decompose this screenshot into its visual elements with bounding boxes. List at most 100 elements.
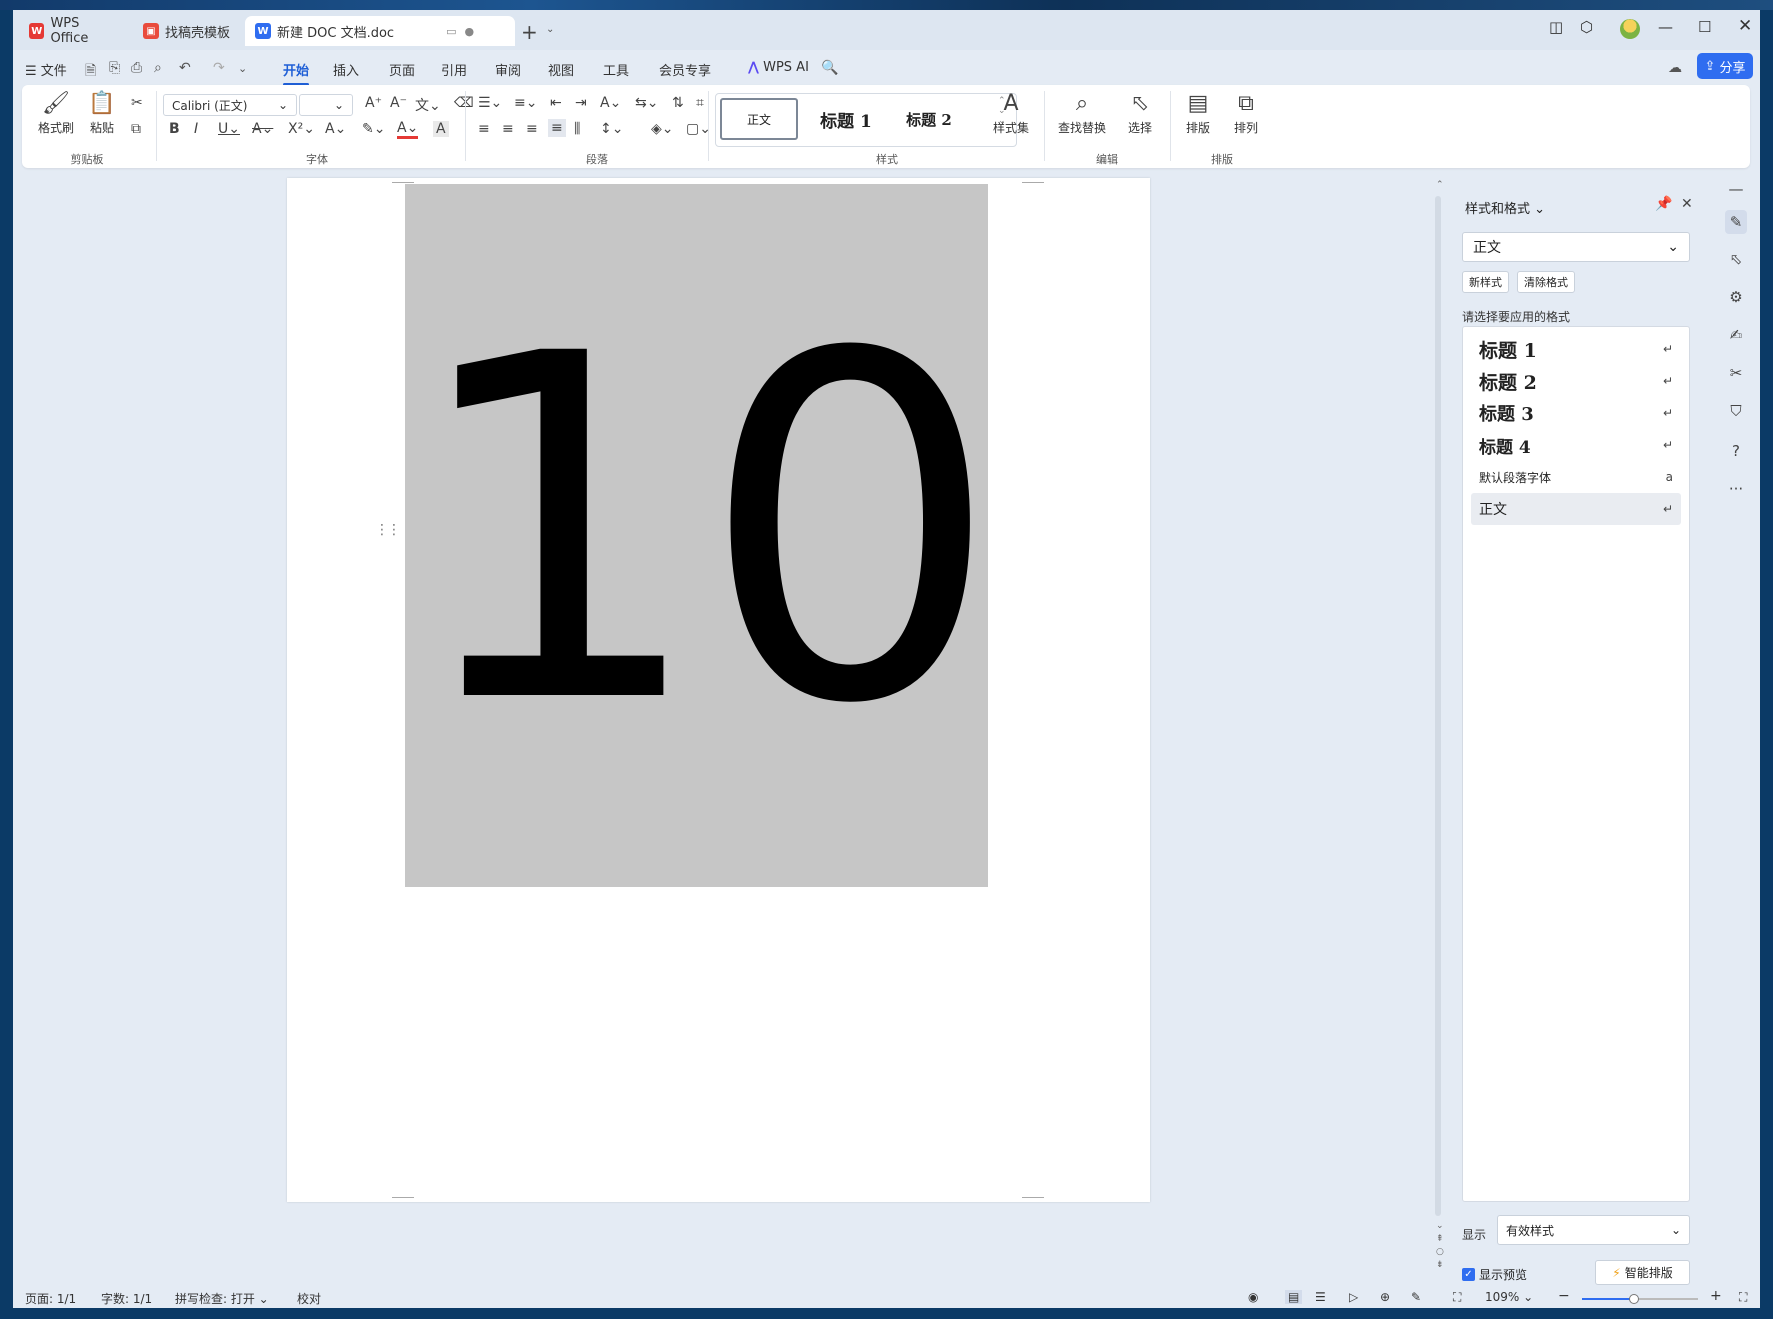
font-shrink-icon[interactable]: A⁻	[390, 95, 407, 111]
cloud-icon[interactable]: ☁	[1668, 60, 1682, 76]
cut-icon[interactable]: ✂	[131, 95, 143, 111]
numbering-icon[interactable]: ≡⌄	[514, 95, 537, 111]
sort-icon[interactable]: ⇅	[672, 95, 684, 111]
arrange-text-button[interactable]: ▤ 排版	[1176, 91, 1220, 136]
line-break-icon[interactable]: ⇆⌄	[635, 95, 658, 111]
web-view-icon[interactable]: ⊕	[1380, 1290, 1390, 1304]
more-icon[interactable]: ···	[1725, 480, 1747, 498]
chevron-down-icon[interactable]: ⌄	[546, 24, 554, 35]
export-icon[interactable]: ⎘	[109, 60, 120, 76]
align-left-icon[interactable]: ≡	[478, 121, 490, 137]
smart-layout-button[interactable]: ⚡ 智能排版	[1595, 1260, 1690, 1285]
font-grow-icon[interactable]: A⁺	[365, 95, 382, 111]
style-item-heading-4[interactable]: 标题 4 ↵	[1471, 429, 1681, 461]
justify-icon[interactable]: ≡	[548, 119, 566, 137]
proofread-button[interactable]: 校对	[297, 1290, 321, 1307]
cube-icon[interactable]: ⬡	[1580, 18, 1593, 36]
style-item-heading-2[interactable]: 标题 2 ↵	[1471, 365, 1681, 397]
document-page[interactable]: ⋮⋮ 10	[287, 178, 1150, 1202]
close-icon[interactable]: ✕	[1738, 16, 1752, 36]
share-button[interactable]: ⇪ 分享	[1697, 53, 1753, 79]
pen-icon[interactable]: ✎	[1411, 1290, 1421, 1304]
close-panel-icon[interactable]: ✕	[1681, 196, 1693, 212]
tab-tools[interactable]: 工具	[603, 60, 629, 79]
search-icon[interactable]: 🔍	[821, 60, 838, 76]
style-item-normal[interactable]: 正文 ↵	[1471, 493, 1681, 525]
layout-icon[interactable]: ◫	[1549, 18, 1563, 36]
strikethrough-icon[interactable]: A⌄	[252, 121, 273, 137]
tab-page[interactable]: 页面	[389, 60, 415, 79]
zoom-slider[interactable]	[1582, 1294, 1698, 1304]
tab-review[interactable]: 审阅	[495, 60, 521, 79]
more-chevron-icon[interactable]: ⌄	[238, 62, 247, 75]
show-marks-icon[interactable]: ⌗	[696, 95, 704, 111]
tab-insert[interactable]: 插入	[333, 60, 359, 79]
format-painter-button[interactable]: 🖌 格式刷	[36, 91, 76, 136]
collapse-icon[interactable]: —	[1725, 180, 1747, 198]
font-color-icon[interactable]: A⌄	[397, 121, 419, 139]
new-style-button[interactable]: 新样式	[1462, 271, 1509, 293]
tab-wps-office[interactable]: W WPS Office	[19, 16, 129, 46]
spell-check-status[interactable]: 拼写检查: 打开 ⌄	[175, 1290, 269, 1307]
decrease-indent-icon[interactable]: ⇤	[550, 95, 562, 111]
minimize-icon[interactable]: —	[1658, 18, 1673, 36]
avatar[interactable]	[1620, 19, 1640, 39]
italic-icon[interactable]: I	[194, 121, 198, 137]
scrollbar-thumb[interactable]	[1435, 196, 1441, 1216]
paste-button[interactable]: 📋 粘贴	[82, 91, 122, 136]
tab-document[interactable]: W 新建 DOC 文档.doc ▭ ●	[245, 16, 515, 46]
phonetic-icon[interactable]: 文⌄	[415, 95, 441, 115]
line-spacing-icon[interactable]: ↕⌄	[600, 121, 623, 137]
font-size-select[interactable]: ⌄	[299, 94, 353, 116]
new-tab-icon[interactable]: +	[521, 20, 538, 44]
style-normal[interactable]: 正文	[720, 98, 798, 140]
show-preview-checkbox[interactable]: ✓ 显示预览	[1462, 1266, 1527, 1283]
style-item-default-font[interactable]: 默认段落字体 a	[1471, 461, 1681, 493]
style-heading-1[interactable]: 标题 1	[806, 98, 886, 140]
print-preview-icon[interactable]: ⌕	[154, 60, 162, 76]
tab-home[interactable]: 开始	[283, 60, 310, 86]
style-pen-icon[interactable]: ✎	[1725, 210, 1747, 234]
tab-view[interactable]: 视图	[548, 60, 574, 79]
wps-ai-button[interactable]: ⋀ WPS AI	[748, 60, 809, 75]
tab-member[interactable]: 会员专享	[659, 60, 711, 79]
review-icon[interactable]: ✍	[1725, 326, 1747, 344]
panel-title[interactable]: 样式和格式 ⌄	[1465, 198, 1545, 217]
bullets-icon[interactable]: ☰⌄	[478, 95, 502, 111]
scroll-nav-icons[interactable]: ⌄ ⇞ ○ ⇟	[1436, 1220, 1444, 1272]
find-replace-button[interactable]: ⌕ 查找替换	[1050, 91, 1114, 136]
underline-icon[interactable]: U⌄	[218, 121, 240, 137]
play-icon[interactable]: ▷	[1349, 1290, 1358, 1304]
align-right-icon[interactable]: ≡	[526, 121, 538, 137]
align-center-icon[interactable]: ≡	[502, 121, 514, 137]
drag-handle-icon[interactable]: ⋮⋮	[375, 522, 401, 538]
shirt-icon[interactable]: ⛉	[1725, 402, 1747, 420]
zoom-in-icon[interactable]: +	[1710, 1288, 1722, 1304]
select-button[interactable]: ⬁ 选择	[1118, 91, 1162, 136]
help-icon[interactable]: ?	[1725, 442, 1747, 460]
page-count[interactable]: 页面: 1/1	[25, 1290, 76, 1307]
zoom-slider-thumb[interactable]	[1629, 1294, 1640, 1304]
increase-indent-icon[interactable]: ⇥	[575, 95, 587, 111]
copy-icon[interactable]: ⧉	[131, 121, 141, 137]
select-cursor-icon[interactable]: ⬁	[1725, 250, 1747, 268]
content-block[interactable]: 10	[405, 184, 988, 887]
zoom-select[interactable]: 109% ⌄	[1485, 1290, 1533, 1304]
font-name-select[interactable]: Calibri (正文) ⌄	[163, 94, 297, 116]
tools-icon[interactable]: ✂	[1725, 364, 1747, 382]
document-text[interactable]: 10	[405, 294, 988, 769]
eye-icon[interactable]: ◉	[1248, 1290, 1258, 1304]
pin-icon[interactable]: 📌	[1655, 196, 1672, 212]
fit-page-icon[interactable]: ⛶	[1453, 1290, 1461, 1305]
current-style-select[interactable]: 正文 ⌄	[1462, 232, 1690, 262]
tab-screen-icon[interactable]: ▭	[446, 25, 456, 38]
maximize-icon[interactable]: ☐	[1698, 18, 1711, 36]
word-count[interactable]: 字数: 1/1	[101, 1290, 152, 1307]
distributed-icon[interactable]: ⫼	[574, 121, 580, 137]
highlight-icon[interactable]: ✎⌄	[362, 121, 385, 137]
settings-sliders-icon[interactable]: ⚙	[1725, 288, 1747, 306]
char-shading-icon[interactable]: A	[433, 121, 449, 137]
arrange-button[interactable]: ⧉ 排列	[1224, 91, 1268, 136]
tab-template[interactable]: ▣ 找稿壳模板	[133, 16, 241, 46]
zoom-out-icon[interactable]: −	[1558, 1288, 1570, 1304]
